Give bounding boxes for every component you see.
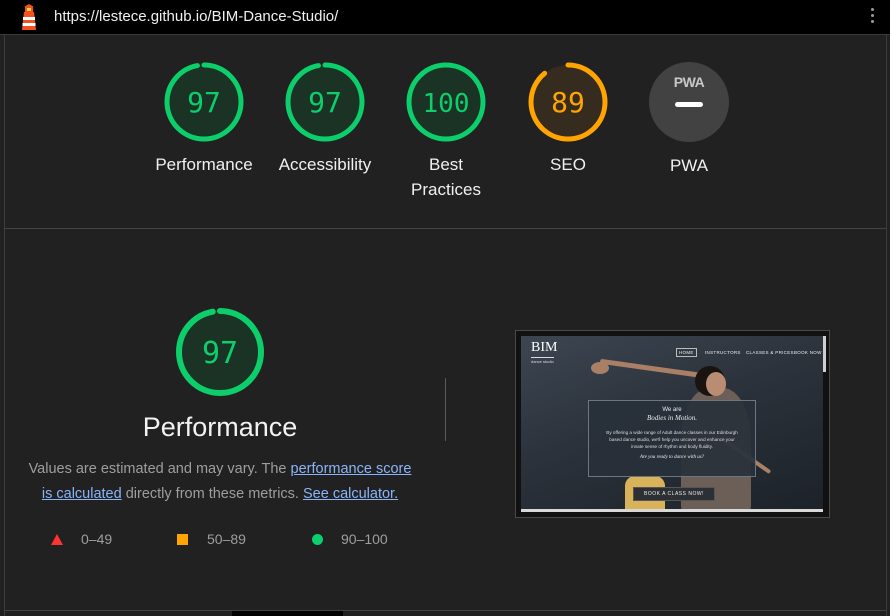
lighthouse-icon — [22, 4, 36, 30]
preview-scrollbar — [823, 336, 826, 372]
dancer-hand — [591, 362, 609, 374]
desc-text-2: directly from these metrics. — [121, 486, 303, 502]
legend-pass-range: 90–100 — [341, 531, 388, 547]
gauge-accessibility[interactable]: 97 Accessibility — [265, 61, 385, 177]
preview-hero-box: We are Bodies in Motion. By offering a w… — [588, 400, 756, 477]
gauge-ring: 89 — [528, 62, 608, 142]
gauge-label: Performance — [155, 155, 253, 174]
pwa-badge-text: PWA — [673, 74, 705, 90]
performance-big-gauge: 97 — [176, 308, 264, 396]
pwa-label: PWA — [669, 156, 709, 175]
vertical-separator — [445, 378, 446, 441]
legend-fail-range: 0–49 — [81, 531, 113, 547]
bottom-tab-indicator — [232, 611, 343, 616]
preview-page: BIM dance studio HOME INSTRUCTORS CLASSE… — [521, 336, 823, 511]
browser-bar: https://lestece.github.io/BIM-Dance-Stud… — [0, 0, 890, 35]
preview-nav-instructors: INSTRUCTORS — [705, 350, 741, 355]
dancer-arm — [599, 358, 710, 379]
gauge-ring: 100 — [406, 62, 486, 142]
gauge-score: 89 — [551, 86, 585, 119]
gauge-best-practices[interactable]: 100 Best Practices — [386, 61, 506, 202]
dancer-head — [706, 372, 726, 396]
report-border-left — [4, 35, 5, 616]
section-divider — [4, 228, 886, 229]
page-url[interactable]: https://lestece.github.io/BIM-Dance-Stud… — [54, 8, 338, 25]
gauge-seo[interactable]: 89 SEO — [508, 61, 628, 177]
final-screenshot-thumbnail[interactable]: BIM dance studio HOME INSTRUCTORS CLASSE… — [515, 330, 830, 518]
preview-nav-classes: CLASSES & PRICES — [746, 350, 794, 355]
pass-circle-icon — [312, 534, 323, 545]
bottom-divider — [4, 610, 886, 611]
pwa-badge[interactable]: PWA — [649, 62, 729, 142]
pwa-dash-icon — [675, 102, 703, 107]
is-calculated-link[interactable]: is calculated — [42, 486, 122, 502]
kebab-menu-icon[interactable] — [868, 6, 876, 28]
performance-description: Values are estimated and may vary. The p… — [12, 457, 428, 507]
preview-book-button: BOOK A CLASS NOW! — [633, 487, 715, 501]
performance-score-link[interactable]: performance score — [291, 461, 412, 477]
preview-nav-home: HOME — [676, 348, 697, 357]
fail-triangle-icon — [51, 534, 63, 545]
legend-average-range: 50–89 — [207, 531, 246, 547]
preview-hero-body: By offering a wide range of Adult dance … — [606, 430, 738, 449]
gauge-score: 100 — [423, 89, 470, 119]
gauge-label: Accessibility — [278, 155, 372, 174]
preview-hero-we: We are — [662, 407, 682, 413]
gauge-ring: 97 — [285, 62, 365, 142]
preview-brand-sub: dance studio — [531, 357, 554, 364]
desc-text-1: Values are estimated and may vary. The — [28, 461, 291, 477]
gauge-label: Best Practices — [411, 155, 481, 199]
preview-bottom-bar — [521, 509, 823, 512]
gauge-label: SEO — [550, 155, 586, 174]
preview-hero-title: Bodies in Motion. — [647, 414, 697, 422]
preview-nav-book: BOOK NOW — [794, 350, 822, 355]
gauge-score: 97 — [308, 86, 342, 119]
preview-hero-question: Are you ready to dance with us? — [639, 455, 705, 460]
performance-title: Performance — [142, 412, 298, 442]
performance-big-score: 97 — [202, 336, 238, 371]
gauge-score: 97 — [187, 86, 221, 119]
average-square-icon — [177, 534, 188, 545]
gauge-performance[interactable]: 97 Performance — [144, 61, 264, 177]
see-calculator-link[interactable]: See calculator. — [303, 486, 398, 502]
report-border-right — [886, 35, 887, 616]
gauge-ring: 97 — [164, 62, 244, 142]
preview-brand: BIM — [531, 340, 558, 355]
